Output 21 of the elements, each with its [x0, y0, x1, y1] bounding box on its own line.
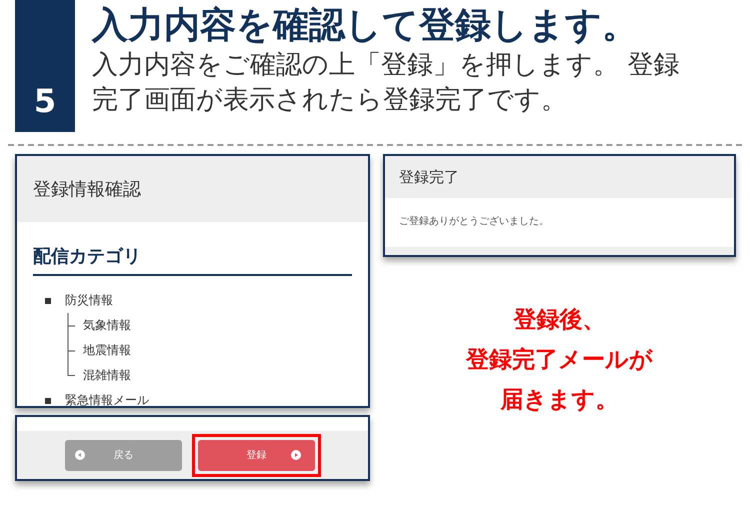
note-text: 登録完了メールが — [466, 347, 653, 373]
note-text: 届きます。 — [500, 387, 618, 413]
subcategory-label: 地震情報 — [83, 342, 131, 359]
step-description: 入力内容をご確認の上「登録」を押します。 登録完了画面が表示されたら登録完了です。 — [92, 49, 680, 117]
step-title: 入力内容を確認して登録します。 — [92, 4, 639, 48]
back-icon — [75, 450, 85, 460]
subcategory-label: 混雑情報 — [83, 367, 131, 384]
screen-title: 登録情報確認 — [33, 178, 141, 201]
register-button[interactable]: 登録 — [198, 440, 315, 470]
next-icon — [291, 450, 301, 460]
bullet-icon — [45, 298, 51, 304]
subcategory-label: 気象情報 — [83, 317, 131, 334]
back-button[interactable]: 戻る — [65, 440, 182, 470]
category-label: 緊急情報メール — [65, 392, 149, 406]
bullet-icon — [45, 398, 51, 404]
complete-message: ご登録ありがとうございました。 — [399, 216, 549, 227]
screen-title: 登録完了 — [399, 168, 459, 186]
category-label: 防災情報 — [65, 292, 113, 309]
section-heading: 配信カテゴリ — [33, 246, 141, 267]
step-number: 5 — [15, 0, 75, 132]
note-text: 登録後、 — [514, 307, 606, 333]
